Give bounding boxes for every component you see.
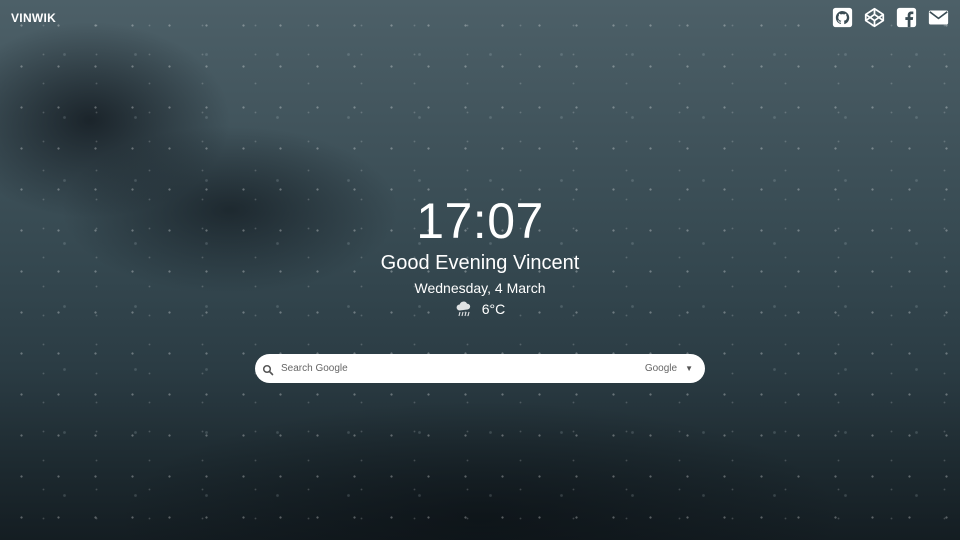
- greeting-text: Good Evening Vincent: [380, 252, 580, 274]
- search-engine-select[interactable]: Google ▼: [645, 363, 693, 374]
- search-bar: Google ▼: [255, 354, 705, 383]
- chevron-down-icon: ▼: [685, 364, 693, 373]
- greeting-panel: 17:07 Good Evening Vincent Wednesday, 4 …: [0, 192, 960, 319]
- search-engine-label: Google: [644, 363, 678, 374]
- mail-icon[interactable]: [928, 7, 949, 28]
- search-icon: [262, 363, 274, 375]
- brand-logo[interactable]: VINWIK: [11, 11, 56, 25]
- github-icon[interactable]: [832, 7, 853, 28]
- temperature: 6°C: [481, 301, 506, 317]
- background-ground: [0, 300, 960, 540]
- cloud-rain-icon: [455, 301, 473, 317]
- date-text: Wednesday, 4 March: [414, 280, 546, 296]
- facebook-icon[interactable]: [896, 7, 917, 28]
- clock: 17:07: [416, 193, 544, 249]
- search-input[interactable]: [281, 363, 645, 374]
- weather-widget: 6°C: [0, 299, 960, 319]
- codepen-icon[interactable]: [864, 7, 885, 28]
- social-links: [832, 7, 949, 28]
